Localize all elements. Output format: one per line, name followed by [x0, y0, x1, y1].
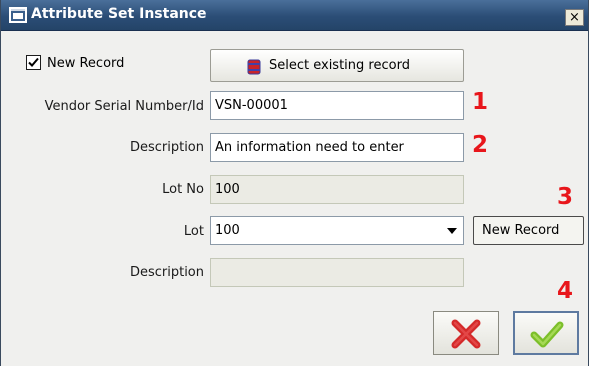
- lot-combo[interactable]: 100: [210, 216, 464, 245]
- database-icon: [247, 59, 261, 75]
- ok-button[interactable]: [513, 311, 579, 355]
- description-input[interactable]: An information need to enter: [210, 133, 464, 162]
- checkmark-icon: [28, 57, 39, 67]
- chevron-down-icon[interactable]: [447, 228, 457, 234]
- description-label: Description: [129, 140, 204, 155]
- vendor-serial-label: Vendor Serial Number/Id: [44, 99, 204, 114]
- annotation-marker-2: 2: [472, 132, 489, 158]
- new-record-checkbox[interactable]: [26, 55, 41, 70]
- close-button[interactable]: ×: [565, 9, 584, 26]
- lot-description-label: Description: [129, 265, 204, 280]
- title-bar[interactable]: Attribute Set Instance ×: [1, 0, 588, 31]
- attribute-set-instance-dialog: Attribute Set Instance × New Record Sele…: [0, 0, 589, 366]
- select-existing-record-label: Select existing record: [269, 58, 410, 73]
- lot-new-record-button[interactable]: New Record: [473, 216, 584, 245]
- red-x-icon: [451, 319, 481, 349]
- window-title: Attribute Set Instance: [31, 6, 207, 22]
- green-check-icon: [530, 321, 564, 348]
- select-existing-record-button[interactable]: Select existing record: [210, 49, 464, 82]
- lot-label: Lot: [183, 224, 204, 239]
- lot-no-field: 100: [210, 175, 464, 204]
- annotation-marker-1: 1: [472, 89, 489, 115]
- lot-no-label: Lot No: [162, 182, 204, 197]
- annotation-marker-4: 4: [557, 278, 574, 304]
- lot-description-field: [210, 258, 464, 287]
- lot-combo-value: 100: [215, 223, 240, 238]
- new-record-checkbox-label[interactable]: New Record: [47, 56, 124, 71]
- vendor-serial-input[interactable]: VSN-00001: [210, 91, 464, 120]
- cancel-button[interactable]: [433, 311, 499, 355]
- annotation-marker-3: 3: [557, 184, 574, 210]
- window-icon: [9, 7, 27, 23]
- lot-new-record-label: New Record: [482, 223, 560, 238]
